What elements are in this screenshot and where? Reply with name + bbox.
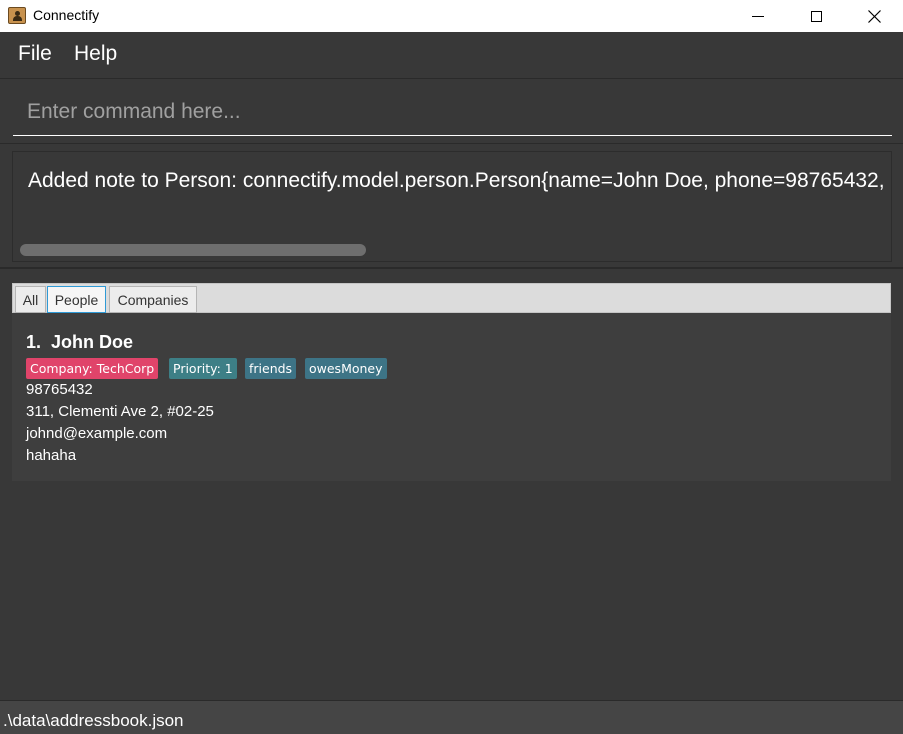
status-bar: .\data\addressbook.json — [0, 700, 903, 734]
tab-bar: All People Companies — [12, 283, 891, 313]
person-phone: 98765432 — [26, 381, 93, 398]
menu-file[interactable]: File — [18, 42, 52, 66]
person-email: johnd@example.com — [26, 425, 168, 442]
maximize-button[interactable] — [787, 0, 845, 32]
minimize-icon — [752, 15, 764, 17]
address-book-icon — [8, 7, 26, 24]
minimize-button[interactable] — [729, 0, 787, 32]
close-icon — [867, 9, 881, 23]
maximize-icon — [810, 10, 822, 22]
company-tag: Company: TechCorp — [26, 358, 159, 379]
person-list: 1. John Doe Company: TechCorp Priority: … — [12, 313, 891, 481]
title-bar: Connectify — [0, 0, 903, 32]
menu-help[interactable]: Help — [74, 42, 117, 66]
close-button[interactable] — [845, 0, 903, 32]
result-text-area[interactable]: Added note to Person: connectify.model.p… — [12, 151, 892, 262]
tab-all[interactable]: All — [15, 286, 46, 313]
menu-bar: File Help — [0, 33, 903, 79]
person-address: 311, Clementi Ave 2, #02-25 — [26, 403, 214, 420]
tag-owes-money: owesMoney — [305, 358, 387, 379]
window-title: Connectify — [33, 7, 100, 23]
tab-companies[interactable]: Companies — [109, 286, 197, 313]
priority-tag: Priority: 1 — [169, 358, 237, 379]
result-display: Added note to Person: connectify.model.p… — [0, 145, 903, 269]
horizontal-scrollbar[interactable] — [20, 244, 366, 256]
person-note: hahaha — [26, 447, 77, 464]
save-location: .\data\addressbook.json — [3, 711, 184, 730]
command-box — [0, 80, 903, 144]
tag-friends: friends — [245, 358, 297, 379]
result-message: Added note to Person: connectify.model.p… — [28, 169, 891, 192]
person-name: 1. John Doe — [26, 332, 134, 352]
tab-people[interactable]: People — [47, 286, 106, 313]
command-input[interactable] — [13, 88, 892, 136]
